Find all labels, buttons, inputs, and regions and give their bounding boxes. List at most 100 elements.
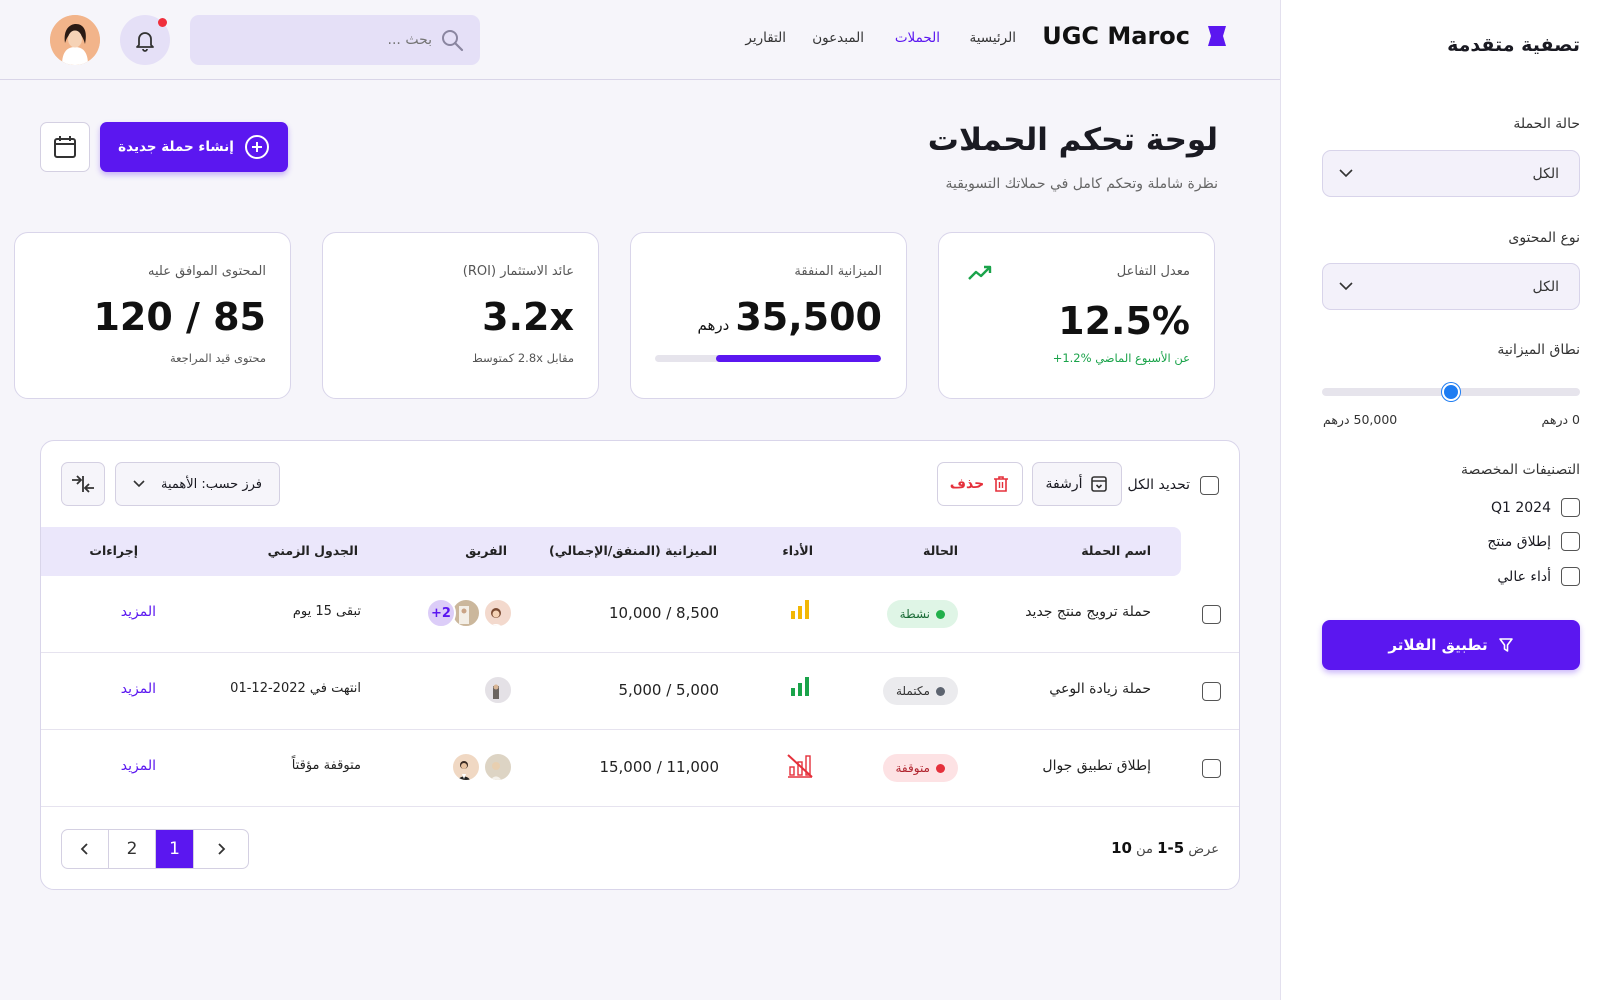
roi-value: 3.2x [482,295,574,339]
row-checkbox[interactable] [1202,605,1221,624]
nav-creators[interactable]: المبدعون [812,30,864,46]
campaign-name: إطلاق تطبيق جوال [1042,758,1151,774]
row-checkbox[interactable] [1202,759,1221,778]
page-2-button[interactable]: 2 [109,830,156,868]
search-input[interactable] [232,32,432,48]
archive-button[interactable]: أرشفة [1032,462,1122,506]
tag-checkbox[interactable] [1561,498,1580,517]
timeline-cell: متوقفة مؤقتاً [291,758,361,773]
delete-button[interactable]: حذف [937,462,1023,506]
create-campaign-label: إنشاء حملة جديدة [118,139,234,155]
page-1-button[interactable]: 1 [156,830,194,868]
select-all[interactable]: تحديد الكل [1128,473,1219,497]
search-box[interactable] [190,15,480,65]
budget-cell: 10,000 / 8,500 [608,604,719,622]
collapse-button[interactable] [61,462,105,506]
status-label: مكتملة [895,684,930,698]
bell-icon [136,32,154,52]
showing-total: 10 [1111,839,1132,857]
budget-cell: 5,000 / 5,000 [618,681,719,699]
table-row[interactable]: حملة زيادة الوعي مكتملة 5,000 / 5,000 ان… [41,653,1239,730]
tag-checkbox[interactable] [1561,532,1580,551]
budget-slider[interactable] [1322,383,1580,401]
create-campaign-button[interactable]: إنشاء حملة جديدة [100,122,288,172]
approved-label: المحتوى الموافق عليه [148,264,266,279]
status-label: متوقفة [895,761,931,775]
performance-bars-icon [791,600,809,619]
col-team: الفريق [465,543,507,558]
status-label: نشطة [899,607,930,621]
review-label: محتوى قيد المراجعة [169,351,266,365]
more-link[interactable]: المزيد [121,758,156,774]
status-badge: مكتملة [882,677,958,705]
next-page-button[interactable] [194,830,248,868]
timeline-cell: تبقى 15 يوم [292,604,361,619]
budget-slider-handle[interactable] [1442,383,1460,401]
status-dot [936,686,945,696]
status-dot [936,763,945,773]
engagement-value: 12.5% [1058,299,1190,343]
chevron-down-icon [1339,169,1353,178]
table-row[interactable]: إطلاق تطبيق جوال متوقفة 15,000 / 11,000 … [41,730,1239,807]
brand-name: UGC Maroc [1042,22,1190,50]
plus-circle-icon [244,135,269,159]
roi-label: عائد الاستثمار (ROI) [462,264,574,279]
nav-reports[interactable]: التقارير [745,30,786,46]
table-row[interactable]: حملة ترويج منتج جديد نشطة 10,000 / 8,500… [41,576,1239,653]
approved-value: 120 / 85 [93,295,266,339]
campaigns-panel: تحديد الكل أرشفة حذف فرز حسب: الأهمية اس… [40,440,1240,890]
calendar-icon [54,136,76,158]
apply-filters-button[interactable]: تطبيق الفلاتر [1322,620,1580,670]
team-avatar [483,675,513,705]
content-filter-select[interactable]: الكل [1322,263,1580,310]
delete-label: حذف [949,476,985,492]
campaign-name: حملة ترويج منتج جديد [1025,604,1151,620]
roi-card: عائد الاستثمار (ROI) 3.2x مقابل 2.8x كمت… [322,232,599,399]
budget-filter-label: نطاق الميزانية [1497,342,1580,358]
calendar-button[interactable] [40,122,90,172]
pagination: 2 1 [61,829,249,869]
col-status: الحالة [923,543,958,558]
select-all-checkbox[interactable] [1200,475,1219,495]
roi-comparison: مقابل 2.8x كمتوسط [472,351,574,365]
row-checkbox[interactable] [1202,682,1221,701]
select-all-label: تحديد الكل [1127,477,1190,493]
brand[interactable]: UGC Maroc [1042,22,1228,50]
tag-option[interactable]: إطلاق منتج [1487,532,1580,551]
budget-cell: 15,000 / 11,000 [599,758,719,776]
status-filter-value: الكل [1532,165,1560,182]
archive-label: أرشفة [1045,476,1083,492]
chevron-left-icon [80,843,88,855]
budget-progress-fill [716,355,881,362]
team-avatar [451,752,481,782]
prev-page-button[interactable] [62,830,109,868]
showing-of: من [1136,842,1153,857]
status-filter-label: حالة الحملة [1513,116,1580,132]
col-performance: الأداء [782,543,813,558]
apply-filters-label: تطبيق الفلاتر [1388,636,1488,654]
team-avatar [483,598,513,628]
tag-label: Q1 2024 [1490,499,1551,516]
notifications-button[interactable] [120,15,170,65]
trash-icon [994,476,1009,492]
status-filter-select[interactable]: الكل [1322,150,1580,197]
budget-value: 35,500 [735,295,882,339]
col-budget: الميزانية (المنفق/الإجمالي) [549,543,717,558]
table-header: اسم الحملة الحالة الأداء الميزانية (المن… [41,527,1181,576]
budget-label: الميزانية المنفقة [794,264,882,279]
collapse-arrows-icon [72,475,94,493]
budget-progress [655,355,881,362]
tag-option[interactable]: Q1 2024 [1491,498,1580,517]
user-avatar[interactable] [50,15,100,65]
tag-checkbox[interactable] [1561,567,1580,586]
more-link[interactable]: المزيد [121,604,156,620]
more-link[interactable]: المزيد [121,681,156,697]
sort-dropdown[interactable]: فرز حسب: الأهمية [115,462,280,506]
content-filter-value: الكل [1532,278,1560,295]
chevron-right-icon [218,843,226,855]
budget-value-group: 35,500 درهم [698,295,882,339]
status-dot [936,609,945,619]
nav-home[interactable]: الرئيسية [970,30,1017,46]
tag-option[interactable]: أداء عالي [1497,567,1580,586]
nav-campaigns[interactable]: الحملات [895,30,940,46]
